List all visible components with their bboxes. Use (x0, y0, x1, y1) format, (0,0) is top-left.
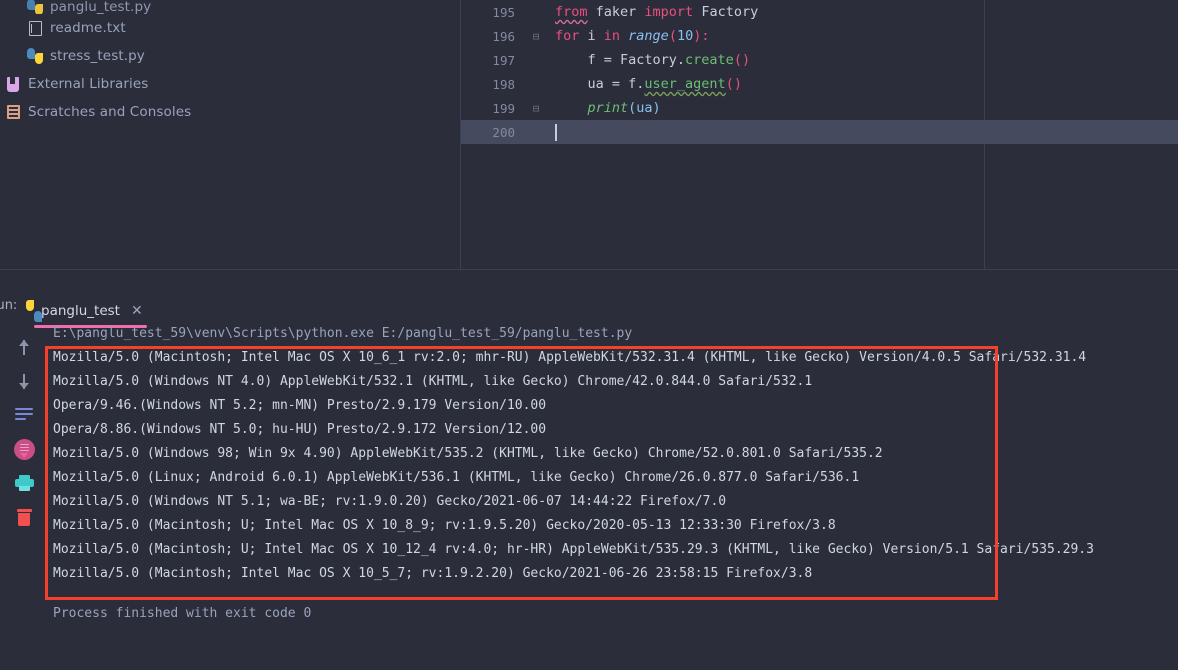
code-line-200[interactable]: 200 (461, 120, 1178, 144)
console-output-line: Mozilla/5.0 (Macintosh; U; Intel Mac OS … (53, 542, 1094, 557)
code-text: ua = f.user_agent() (545, 76, 742, 92)
builtin-print: print (555, 100, 629, 116)
tree-item-label: stress_test.py (50, 48, 145, 64)
line-number: 197 (492, 52, 515, 68)
loop-var: i (579, 28, 604, 44)
ide-window: panglu_test.py readme.txt stress_test.py… (0, 0, 1178, 670)
soft-wrap-icon[interactable] (13, 404, 35, 426)
tree-item-label: External Libraries (28, 76, 149, 92)
trash-icon[interactable] (13, 506, 35, 528)
code-line-196[interactable]: 196 ⊟ for i in range(10): (461, 24, 1178, 48)
console-output-line: Mozilla/5.0 (Macintosh; Intel Mac OS X 1… (53, 350, 1087, 365)
scroll-to-end-icon[interactable] (13, 438, 35, 460)
console-output-line: Mozilla/5.0 (Windows NT 5.1; wa-BE; rv:1… (53, 494, 727, 509)
parens: () (733, 52, 751, 68)
paren-open: ( (668, 28, 677, 44)
arrow-up-icon[interactable] (13, 336, 35, 358)
tree-item-readme[interactable]: readme.txt (0, 14, 460, 42)
tree-item-panglu-test[interactable]: panglu_test.py (0, 0, 460, 14)
code-text: f = Factory.create() (545, 52, 751, 68)
code-line-195[interactable]: 195 from faker import Factory (461, 0, 1178, 24)
text-cursor (555, 123, 557, 141)
code-line-197[interactable]: 197 f = Factory.create() (461, 48, 1178, 72)
line-number: 200 (492, 124, 515, 140)
fold-minus-icon[interactable]: ⊟ (527, 30, 545, 43)
console-output-line: Opera/8.86.(Windows NT 5.0; hu-HU) Prest… (53, 422, 547, 437)
line-number: 198 (492, 76, 515, 92)
line-number: 199 (492, 100, 515, 116)
run-panel-toolbar (8, 336, 40, 528)
fold-minus-icon[interactable]: ⊟ (527, 102, 545, 115)
console-command-line: E:\panglu_test_59\venv\Scripts\python.ex… (53, 326, 633, 341)
code-text: print(ua) (545, 100, 661, 116)
python-file-icon (26, 0, 44, 14)
code-line-199[interactable]: 199 ⊟ print(ua) (461, 96, 1178, 120)
tree-item-label: Scratches and Consoles (28, 104, 192, 120)
code-text: for i in range(10): (545, 28, 710, 44)
python-file-icon (26, 47, 44, 65)
line-number: 196 (492, 28, 515, 44)
method-create: create (685, 52, 734, 68)
tree-item-label: panglu_test.py (50, 0, 152, 14)
console-output-line: Mozilla/5.0 (Macintosh; U; Intel Mac OS … (53, 518, 836, 533)
builtin-range: range (620, 28, 669, 44)
project-tree-pane: panglu_test.py readme.txt stress_test.py… (0, 0, 460, 270)
console-output-line: Opera/9.46.(Windows NT 5.2; mn-MN) Prest… (53, 398, 547, 413)
module-name: faker (587, 4, 645, 20)
tree-item-label: readme.txt (50, 20, 126, 36)
tree-item-external-libraries[interactable]: External Libraries (0, 70, 460, 98)
tree-item-stress-test[interactable]: stress_test.py (0, 42, 460, 70)
scratches-icon (4, 103, 22, 121)
close-icon[interactable]: ✕ (131, 303, 143, 319)
run-panel-label: Run: (0, 298, 18, 313)
console-output-line: Mozilla/5.0 (Macintosh; Intel Mac OS X 1… (53, 566, 813, 581)
arrow-down-icon[interactable] (13, 370, 35, 392)
print-argument: (ua) (628, 100, 661, 116)
code-text: from faker import Factory (545, 4, 758, 20)
assignment: f = Factory. (555, 52, 686, 68)
keyword-import: import (644, 4, 694, 20)
console-output-line: Mozilla/5.0 (Windows NT 4.0) AppleWebKit… (53, 374, 813, 389)
console-exit-message: Process finished with exit code 0 (53, 606, 312, 621)
print-icon[interactable] (13, 472, 35, 494)
keyword-in: in (603, 28, 621, 44)
library-icon (4, 75, 22, 93)
console-output-line: Mozilla/5.0 (Windows 98; Win 9x 4.90) Ap… (53, 446, 883, 461)
text-file-icon (26, 19, 44, 37)
number-literal: 10 (676, 28, 694, 44)
run-tab-panglu-test[interactable]: panglu_test ✕ (28, 300, 151, 328)
console-output-line: Mozilla/5.0 (Linux; Android 6.0.1) Apple… (53, 470, 860, 485)
line-number: 195 (492, 4, 515, 20)
keyword-from: from (555, 4, 588, 20)
code-text (545, 123, 557, 141)
assignment: ua = f. (555, 76, 645, 92)
code-editor[interactable]: 195 from faker import Factory 196 ⊟ for … (460, 0, 1178, 270)
console-output-block: Mozilla/5.0 (Macintosh; Intel Mac OS X 1… (45, 346, 1168, 600)
tree-item-scratches-and-consoles[interactable]: Scratches and Consoles (0, 98, 460, 126)
class-name: Factory (693, 4, 759, 20)
keyword-for: for (555, 28, 580, 44)
method-user-agent: user_agent (644, 76, 726, 92)
run-tab-label: panglu_test (41, 303, 120, 319)
run-console[interactable]: E:\panglu_test_59\venv\Scripts\python.ex… (45, 322, 1168, 660)
code-line-198[interactable]: 198 ua = f.user_agent() (461, 72, 1178, 96)
parens: () (725, 76, 742, 92)
paren-close: ): (693, 28, 710, 44)
